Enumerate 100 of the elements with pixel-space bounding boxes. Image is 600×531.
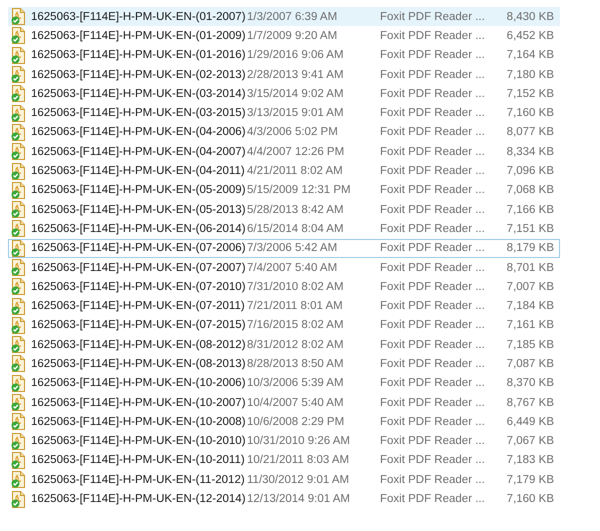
file-row[interactable]: 1625063-[F114E]-H-PM-UK-EN-(07-2011) 7/21/2011 8:01 AM Foxit PDF Reader ... 7,184 KB (8, 296, 560, 316)
file-size: 7,151 KB (506, 222, 554, 235)
date-modified: 4/21/2011 8:02 AM (247, 165, 344, 178)
pdf-file-icon (11, 85, 26, 102)
file-name: 1625063-[F114E]-H-PM-UK-EN-(05-2009) (31, 184, 247, 196)
pdf-file-icon (11, 182, 26, 199)
file-row[interactable]: 1625063-[F114E]-H-PM-UK-EN-(10-2008)10/6/2008 2:29 PM Foxit PDF Reader ... 6,449 KB (8, 412, 560, 432)
pdf-file-icon (11, 336, 26, 354)
file-type: Foxit PDF Reader ... (380, 242, 486, 254)
file-row[interactable]: 1625063-[F114E]-H-PM-UK-EN-(07-2010)7/31/2010 8:02 AM Foxit PDF Reader ... 7,007 KB (8, 277, 560, 296)
file-row[interactable]: 1625063-[F114E]-H-PM-UK-EN-(08-2012)8/31/2012 8:02 AM Foxit PDF Reader ... 7,185 KB (8, 335, 560, 354)
file-row[interactable]: 1625063-[F114E]-H-PM-UK-EN-(04-2007)4/4/2007 12:26 PM Foxit PDF Reader ... 8,334 KB (8, 142, 560, 162)
file-row[interactable]: 1625063-[F114E]-H-PM-UK-EN-(04-2011) 4/21/2011 8:02 AM Foxit PDF Reader ... 7,096 KB (8, 161, 560, 181)
file-size: 7,087 KB (506, 358, 554, 370)
file-row[interactable]: 1625063-[F114E]-H-PM-UK-EN-(03-2015)3/13/2015 9:01 AM Foxit PDF Reader ... 7,160 KB (8, 103, 560, 123)
file-row[interactable]: 1625063-[F114E]-H-PM-UK-EN-(01-2016)1/29/2016 9:06 AM Foxit PDF Reader ... 7,164 KB (8, 46, 560, 65)
file-name: 1625063-[F114E]-H-PM-UK-EN-(10-2007) (31, 396, 247, 409)
date-modified: 3/15/2014 9:02 AM (247, 88, 345, 100)
file-row[interactable]: 1625063-[F114E]-H-PM-UK-EN-(10-2006)10/3/2006 5:39 AM Foxit PDF Reader ... 8,370 KB (8, 374, 560, 393)
file-type: Foxit PDF Reader ... (380, 280, 486, 293)
file-type: Foxit PDF Reader ... (380, 165, 486, 178)
file-row[interactable]: 1625063-[F114E]-H-PM-UK-EN-(01-2009)1/7/2009 9:20 AM Foxit PDF Reader ... 6,452 KB (8, 26, 560, 46)
file-size: 8,334 KB (506, 146, 554, 158)
date-modified: 10/3/2006 5:39 AM (247, 377, 345, 390)
file-row[interactable]: 1625063-[F114E]-H-PM-UK-EN-(11-2012) 11/30/2012 9:01 AM Foxit PDF Reader ... 7,179 KB (8, 470, 560, 490)
file-type: Foxit PDF Reader ... (380, 184, 486, 196)
file-size: 7,185 KB (506, 338, 554, 351)
date-modified: 8/31/2012 8:02 AM (247, 338, 345, 351)
file-row[interactable]: 1625063-[F114E]-H-PM-UK-EN-(04-2006)4/3/2006 5:02 PM Foxit PDF Reader ... 8,077 KB (8, 122, 560, 142)
file-size: 7,164 KB (506, 49, 554, 62)
pdf-file-icon (11, 432, 26, 450)
date-modified: 5/28/2013 8:42 AM (247, 204, 345, 216)
file-row[interactable]: 1625063-[F114E]-H-PM-UK-EN-(05-2009)5/15/2009 12:31 PM Foxit PDF Reader ... 7,068 KB (8, 180, 560, 200)
pdf-file-icon (11, 316, 26, 334)
file-name: 1625063-[F114E]-H-PM-UK-EN-(10-2006) (31, 377, 247, 390)
file-row[interactable]: 1625063-[F114E]-H-PM-UK-EN-(12-2014)12/13/2014 9:01 AM Foxit PDF Reader ... 7,160 KB (8, 489, 560, 509)
file-name: 1625063-[F114E]-H-PM-UK-EN-(10-2008) (31, 416, 247, 428)
file-row[interactable]: 1625063-[F114E]-H-PM-UK-EN-(10-2011) 10/21/2011 8:03 AM Foxit PDF Reader ... 7,183 KB (8, 450, 560, 470)
file-type: Foxit PDF Reader ... (380, 454, 486, 466)
date-modified: 10/31/2010 9:26 AM (247, 435, 351, 448)
file-row[interactable]: 1625063-[F114E]-H-PM-UK-EN-(01-2007)1/3/2007 6:39 AM Foxit PDF Reader ... 8,430 KB (8, 7, 560, 26)
file-type: Foxit PDF Reader ... (380, 68, 486, 81)
file-type: Foxit PDF Reader ... (380, 358, 486, 370)
file-size: 7,160 KB (506, 107, 554, 120)
date-modified: 2/28/2013 9:41 AM (247, 68, 345, 81)
file-name: 1625063-[F114E]-H-PM-UK-EN-(03-2014) (31, 88, 247, 100)
date-modified: 10/21/2011 8:03 AM (247, 454, 350, 466)
file-type: Foxit PDF Reader ... (380, 30, 486, 42)
date-modified: 6/15/2014 8:04 AM (247, 222, 345, 235)
file-row[interactable]: 1625063-[F114E]-H-PM-UK-EN-(08-2013)8/28/2013 8:50 AM Foxit PDF Reader ... 7,087 KB (8, 354, 560, 374)
file-row[interactable]: 1625063-[F114E]-H-PM-UK-EN-(03-2014)3/15/2014 9:02 AM Foxit PDF Reader ... 7,152 KB (8, 84, 560, 104)
file-row[interactable]: 1625063-[F114E]-H-PM-UK-EN-(07-2015)7/16/2015 8:02 AM Foxit PDF Reader ... 7,161 KB (8, 316, 560, 336)
file-name: 1625063-[F114E]-H-PM-UK-EN-(04-2011) (31, 165, 246, 178)
file-type: Foxit PDF Reader ... (380, 146, 486, 158)
file-size: 7,096 KB (506, 165, 554, 178)
file-type: Foxit PDF Reader ... (380, 222, 486, 235)
file-row[interactable]: 1625063-[F114E]-H-PM-UK-EN-(10-2010)10/31/2010 9:26 AM Foxit PDF Reader ... 7,067 KB (8, 432, 560, 451)
date-modified: 7/3/2006 5:42 AM (247, 242, 338, 254)
file-type: Foxit PDF Reader ... (380, 493, 486, 506)
pdf-file-icon (11, 394, 26, 412)
file-size: 7,180 KB (506, 68, 554, 81)
date-modified: 4/4/2007 12:26 PM (247, 146, 346, 158)
file-row[interactable]: 1625063-[F114E]-H-PM-UK-EN-(06-2014)6/15/2014 8:04 AM Foxit PDF Reader ... 7,151 KB (8, 219, 560, 239)
file-row[interactable]: 1625063-[F114E]-H-PM-UK-EN-(02-2013)2/28/2013 9:41 AM Foxit PDF Reader ... 7,180 KB (8, 64, 560, 84)
pdf-file-icon (11, 278, 26, 296)
file-size: 6,452 KB (506, 30, 554, 42)
file-type: Foxit PDF Reader ... (380, 204, 486, 216)
file-name: 1625063-[F114E]-H-PM-UK-EN-(04-2007) (31, 146, 247, 158)
file-row[interactable]: 1625063-[F114E]-H-PM-UK-EN-(10-2007)10/4/2007 5:40 AM Foxit PDF Reader ... 8,767 KB (8, 392, 560, 412)
file-name: 1625063-[F114E]-H-PM-UK-EN-(04-2006) (31, 126, 247, 138)
pdf-file-icon (11, 66, 26, 84)
file-type: Foxit PDF Reader ... (380, 107, 486, 120)
file-type: Foxit PDF Reader ... (380, 435, 486, 448)
file-size: 8,077 KB (506, 126, 554, 138)
date-modified: 10/6/2008 2:29 PM (247, 416, 346, 428)
file-name: 1625063-[F114E]-H-PM-UK-EN-(07-2010) (31, 280, 247, 293)
file-name: 1625063-[F114E]-H-PM-UK-EN-(05-2013) (31, 204, 247, 216)
file-name: 1625063-[F114E]-H-PM-UK-EN-(07-2015) (31, 319, 247, 332)
file-row[interactable]: 1625063-[F114E]-H-PM-UK-EN-(05-2013)5/28/2013 8:42 AM Foxit PDF Reader ... 7,166 KB (8, 200, 560, 220)
pdf-file-icon (11, 124, 26, 141)
file-type: Foxit PDF Reader ... (380, 474, 486, 486)
file-name: 1625063-[F114E]-H-PM-UK-EN-(03-2015) (31, 107, 247, 120)
file-row[interactable]: 1625063-[F114E]-H-PM-UK-EN-(07-2007)7/4/2007 5:40 AM Foxit PDF Reader ... 8,701 KB (8, 258, 560, 278)
file-name: 1625063-[F114E]-H-PM-UK-EN-(10-2010) (31, 435, 247, 448)
file-size: 7,067 KB (506, 435, 554, 448)
date-modified: 10/4/2007 5:40 AM (247, 396, 345, 409)
file-type: Foxit PDF Reader ... (380, 88, 486, 100)
file-row[interactable]: 1625063-[F114E]-H-PM-UK-EN-(07-2006)7/3/2006 5:42 AM Foxit PDF Reader ... 8,179 KB (8, 238, 560, 258)
pdf-file-icon (11, 143, 26, 160)
date-modified: 1/7/2009 9:20 AM (247, 30, 338, 42)
date-modified: 11/30/2012 9:01 AM (247, 474, 350, 486)
file-size: 8,701 KB (506, 262, 554, 274)
file-size: 8,430 KB (506, 10, 554, 23)
file-size: 7,160 KB (506, 493, 554, 506)
file-name: 1625063-[F114E]-H-PM-UK-EN-(01-2016) (31, 49, 247, 62)
file-type: Foxit PDF Reader ... (380, 396, 486, 409)
date-modified: 7/21/2011 8:01 AM (247, 300, 344, 312)
file-size: 8,179 KB (506, 242, 554, 254)
date-modified: 5/15/2009 12:31 PM (247, 184, 352, 196)
file-type: Foxit PDF Reader ... (380, 377, 486, 390)
